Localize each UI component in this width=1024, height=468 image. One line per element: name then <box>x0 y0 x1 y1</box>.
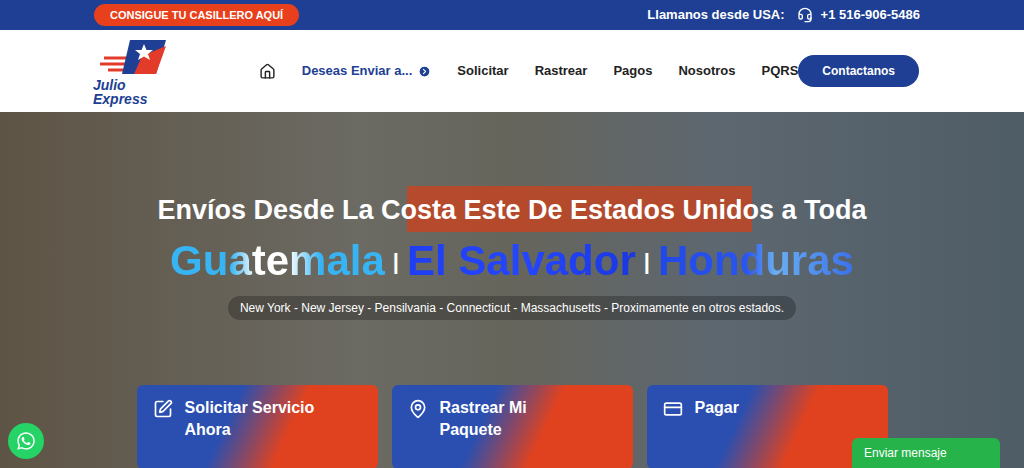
edit-icon <box>153 399 173 419</box>
states-list: New York - New Jersey - Pensilvania - Co… <box>228 296 796 320</box>
location-icon <box>408 399 428 419</box>
phone-info: Llamanos desde USA: +1 516-906-5486 <box>647 5 930 25</box>
action-card[interactable]: Rastrear Mi Paquete <box>392 385 633 468</box>
country-name: El Salvador <box>407 234 636 288</box>
country-separator: | <box>644 245 650 278</box>
nav-item[interactable]: Pagos <box>613 61 652 81</box>
logo-flag-icon <box>100 36 170 78</box>
home-icon[interactable] <box>259 63 276 80</box>
headset-icon <box>797 7 813 23</box>
chevron-icon <box>418 65 431 78</box>
page: CONSIGUE TU CASILLERO AQUÍ Llamanos desde… <box>0 0 1024 468</box>
chat-tab[interactable]: Enviar mensaje <box>852 438 1000 468</box>
action-cards: Solicitar Servicio AhoraRastrear Mi Paqu… <box>137 385 888 468</box>
locker-button[interactable]: CONSIGUE TU CASILLERO AQUÍ <box>94 4 299 26</box>
logo-text: Julio Express <box>93 78 177 106</box>
whatsapp-button[interactable] <box>8 423 44 459</box>
country-name: Honduras <box>658 234 854 288</box>
hero-headline: Envíos Desde La Costa Este De Estados Un… <box>157 192 866 228</box>
nav-item[interactable]: PQRS <box>761 61 798 81</box>
phone-label: Llamanos desde USA: <box>647 5 784 25</box>
nav-bar: Julio Express Deseas Enviar a... Solicitar… <box>0 30 1024 112</box>
nav-item[interactable]: Nosotros <box>678 61 735 81</box>
phone-number[interactable]: +1 516-906-5486 <box>821 5 920 25</box>
nav-item[interactable]: Solicitar <box>457 61 508 81</box>
nav-item[interactable]: Deseas Enviar a... <box>302 61 432 81</box>
logo[interactable]: Julio Express <box>93 36 177 106</box>
credit-card-icon <box>663 399 683 419</box>
countries: Guatemala|El Salvador|Honduras <box>170 234 854 288</box>
country-name: Guatemala <box>170 234 385 288</box>
action-card[interactable]: Solicitar Servicio Ahora <box>137 385 378 468</box>
nav-item[interactable]: Rastrear <box>535 61 588 81</box>
hero: Envíos Desde La Costa Este De Estados Un… <box>0 112 1024 468</box>
whatsapp-icon <box>16 431 36 451</box>
hero-headline-wrap: Envíos Desde La Costa Este De Estados Un… <box>157 192 866 228</box>
country-separator: | <box>393 245 399 278</box>
top-bar: CONSIGUE TU CASILLERO AQUÍ Llamanos desde… <box>0 0 1024 30</box>
nav-menu: Deseas Enviar a... Solicitar Rastrear Pagos… <box>259 61 799 81</box>
contact-button[interactable]: Contactanos <box>798 55 919 87</box>
